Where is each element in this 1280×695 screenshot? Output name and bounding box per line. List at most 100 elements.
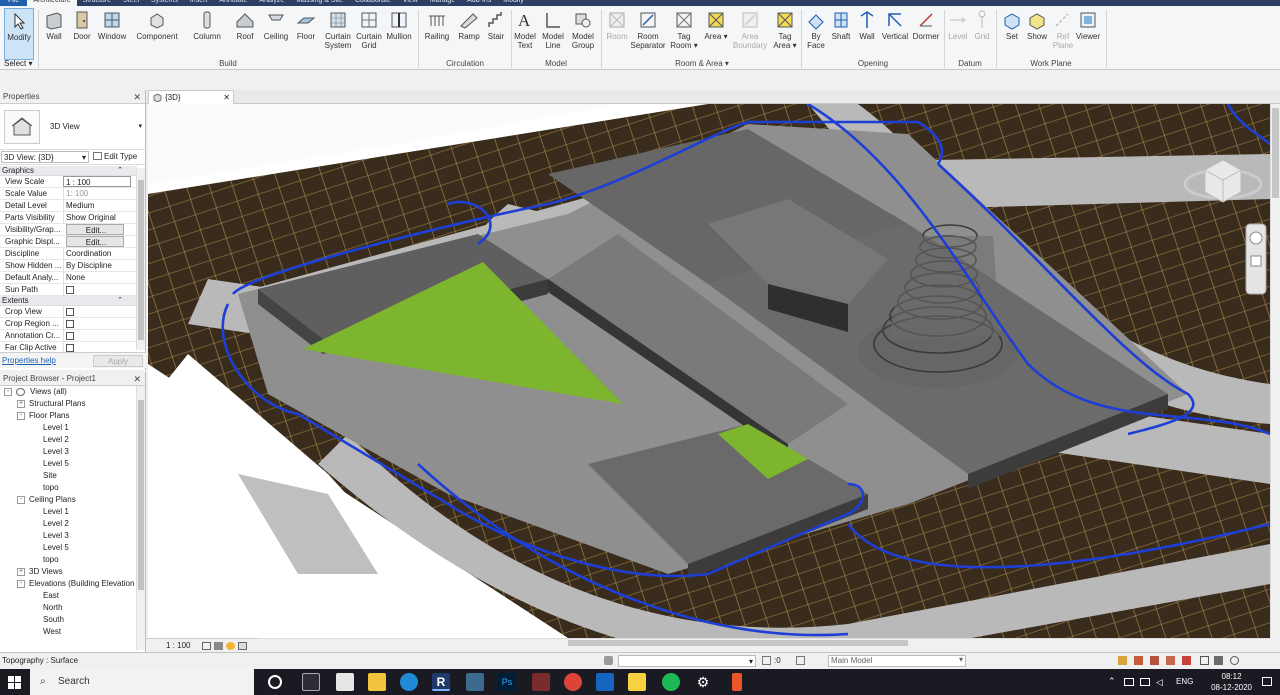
model-group-button[interactable]: Model Group [568,8,598,60]
type-selector[interactable]: 3D View ▾ [0,104,145,150]
component-button[interactable]: Component [134,8,180,60]
view-tab-3d[interactable]: {3D} ✕ [148,90,234,104]
revit-icon[interactable]: R [432,673,450,691]
modify-button[interactable]: Modify [4,8,34,60]
browser-node[interactable]: South [0,614,136,626]
browser-node[interactable]: - Ceiling Plans [0,494,136,506]
clock[interactable]: 08:12 08-12-2020 [1211,671,1252,693]
property-value[interactable]: 1 : 100 [63,176,131,187]
tag-area-button[interactable]: Tag Area ▾ [772,8,798,60]
show-button[interactable]: Show [1024,8,1050,60]
close-icon[interactable]: ✕ [133,90,141,104]
graphics-section[interactable]: Graphics ⌃ [0,166,137,176]
grid-button[interactable]: Grid [970,8,994,60]
wall-button[interactable]: Wall [42,8,66,60]
network-icon[interactable] [1140,678,1150,686]
set-button[interactable]: Set [1000,8,1024,60]
dormer-button[interactable]: Dormer [910,8,942,60]
navisworks-icon[interactable] [466,673,484,691]
language-indicator[interactable]: ENG [1176,677,1193,686]
visual-style-icon[interactable] [214,642,223,650]
expand-icon[interactable]: + [17,400,25,408]
browser-node[interactable]: Site [0,470,136,482]
select-dropdown[interactable]: Select ▾ [4,59,32,68]
browser-node[interactable]: West [0,626,136,638]
cortana-icon[interactable] [268,675,282,689]
mullion-button[interactable]: Mullion [384,8,414,60]
design-option-select[interactable]: Main Model ▾ [828,655,966,667]
viewport-vertical-scrollbar[interactable] [1270,104,1280,638]
selection-filter-icon[interactable] [1214,656,1223,665]
settings-gear-icon[interactable]: ⚙ [694,673,712,691]
browser-node[interactable]: - Floor Plans [0,410,136,422]
store-icon[interactable] [336,673,354,691]
browser-node[interactable]: Level 3 [0,530,136,542]
collapse-icon[interactable]: - [4,388,12,396]
file-explorer-icon[interactable] [368,673,386,691]
property-value[interactable]: None [63,272,131,283]
sun-path-icon[interactable] [226,642,235,650]
property-value[interactable]: 1: 100 [63,188,131,199]
by-face-button[interactable]: By Face [804,8,828,60]
filter-icon[interactable] [1200,656,1209,665]
app-icon[interactable] [532,673,550,691]
windows-start-icon[interactable] [8,676,21,691]
column-button[interactable]: Column [190,8,224,60]
stair-button[interactable]: Stair [484,8,508,60]
ramp-button[interactable]: Ramp [456,8,482,60]
browser-node[interactable]: topo [0,482,136,494]
door-button[interactable]: Door [70,8,94,60]
drag-elements-icon[interactable] [1182,656,1191,665]
tag-room-button[interactable]: Tag Room ▾ [670,8,698,60]
extents-section[interactable]: Extents ⌃ [0,296,137,306]
select-underlay-icon[interactable] [1134,656,1143,665]
level-button[interactable]: Level [946,8,970,60]
tray-chevron-icon[interactable]: ⌃ [1108,676,1116,687]
viewer-button[interactable]: Viewer [1074,8,1102,60]
close-icon[interactable]: ✕ [223,91,230,104]
property-value[interactable]: Coordination [63,248,131,259]
property-value[interactable]: Show Original [63,212,131,223]
browser-node[interactable]: East [0,590,136,602]
workset-select[interactable]: ▾ [618,655,756,667]
checkbox[interactable] [66,286,74,294]
browser-node[interactable]: Level 1 [0,506,136,518]
browser-node[interactable]: +3D Views [0,566,136,578]
detail-level-icon[interactable] [202,642,211,650]
checkbox[interactable] [66,320,74,328]
checkbox[interactable] [66,332,74,340]
photoshop-icon[interactable]: Ps [498,673,516,691]
checkbox[interactable] [66,308,74,316]
browser-node[interactable]: topo [0,554,136,566]
edge-icon[interactable] [400,673,418,691]
browser-node[interactable]: Level 1 [0,422,136,434]
3d-viewport[interactable] [148,104,1270,638]
select-links-icon[interactable] [1118,656,1127,665]
property-value[interactable]: By Discipline [63,260,131,271]
select-pinned-icon[interactable] [1150,656,1159,665]
close-icon[interactable]: ✕ [133,372,141,386]
room-separator-button[interactable]: Room Separator [630,8,666,60]
vertical-button[interactable]: Vertical [880,8,910,60]
checkbox[interactable] [66,344,74,352]
collapse-icon[interactable]: - [17,580,25,588]
roof-button[interactable]: Roof [234,8,256,60]
workset-icon[interactable] [604,656,613,665]
window-button[interactable]: Window [96,8,128,60]
browser-node[interactable]: Level 2 [0,434,136,446]
browser-node[interactable]: Level 3 [0,446,136,458]
collapse-icon[interactable]: - [17,496,25,504]
properties-help-link[interactable]: Properties help [2,356,56,365]
viewport-horizontal-scrollbar[interactable] [148,638,1270,647]
railing-button[interactable]: Railing [422,8,452,60]
properties-scrollbar[interactable] [136,168,145,350]
edit-type-button[interactable]: Edit Type [93,152,137,161]
room-area-group-title[interactable]: Room & Area ▾ [604,59,800,69]
expand-icon[interactable]: + [17,568,25,576]
edit-button[interactable]: Edit... [66,236,124,247]
collapse-icon[interactable]: - [17,412,25,420]
apply-button[interactable]: Apply [93,355,143,367]
ceiling-button[interactable]: Ceiling [262,8,290,60]
area-boundary-button[interactable]: Area Boundary [732,8,768,60]
sticky-notes-icon[interactable] [628,673,646,691]
